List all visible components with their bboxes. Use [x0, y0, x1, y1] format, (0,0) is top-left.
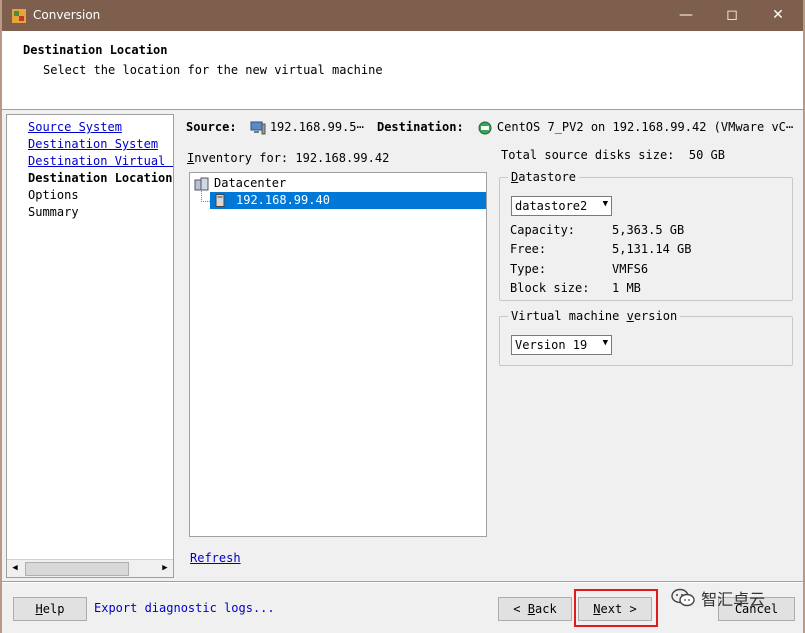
nav-item-destination-vm[interactable]: Destination Virtual Machine: [28, 154, 173, 168]
type-value: VMFS6: [612, 262, 649, 276]
total-disk-size-value: 50 GB: [688, 148, 725, 162]
computer-icon: [250, 121, 266, 134]
next-button-highlight: [574, 589, 658, 627]
dropdown-arrow-icon: ▼: [602, 199, 608, 209]
wechat-icon: [671, 588, 695, 607]
total-disk-size: Total source disks size: 50 GB: [501, 148, 725, 162]
source-destination-bar: Source: 192.168.99.5⋯ Destination: CentO…: [186, 120, 793, 135]
host-label: 192.168.99.40: [236, 193, 330, 207]
app-icon: [12, 9, 26, 23]
block-size-value: 1 MB: [612, 281, 641, 295]
free-value: 5,131.14 GB: [612, 242, 692, 256]
destination-label: Destination:: [376, 120, 464, 134]
nav-item-summary: Summary: [28, 205, 79, 219]
source-value: 192.168.99.5⋯: [269, 120, 364, 134]
watermark-text: 智汇卓云: [701, 590, 766, 609]
window-title: Conversion: [33, 8, 101, 22]
nav-item-destination-system[interactable]: Destination System: [28, 137, 158, 151]
back-button[interactable]: < Back: [498, 597, 572, 621]
close-icon[interactable]: ✕: [755, 0, 801, 31]
conversion-window: Conversion — ◻ ✕ Destination Location Se…: [2, 0, 803, 633]
main-panel: Source: 192.168.99.5⋯ Destination: CentO…: [178, 114, 803, 576]
tree-connector: [201, 201, 210, 202]
capacity-label: Capacity:: [510, 223, 576, 237]
destination-value: CentOS 7_PV2 on 192.168.99.42 (VMware vC…: [496, 120, 794, 134]
scroll-left-icon[interactable]: ◀: [7, 560, 23, 577]
datastore-group-label: Datastore: [508, 170, 580, 184]
wizard-nav: Source System Destination System Destina…: [6, 114, 174, 578]
nav-item-source-system[interactable]: Source System: [28, 120, 122, 134]
inventory-label: Inventory for: 192.168.99.42: [187, 151, 390, 165]
title-bar[interactable]: Conversion — ◻ ✕: [2, 0, 803, 31]
wizard-header: Destination Location Select the location…: [2, 31, 803, 110]
maximize-icon[interactable]: ◻: [709, 0, 755, 31]
free-label: Free:: [510, 242, 547, 256]
help-button[interactable]: Help: [13, 597, 87, 621]
export-diagnostic-logs-link[interactable]: Export diagnostic logs...: [94, 601, 275, 615]
minimize-icon[interactable]: —: [663, 0, 709, 31]
footer-separator: [2, 581, 803, 583]
nav-item-destination-location: Destination Location: [28, 171, 173, 185]
tree-node-host[interactable]: 192.168.99.40: [210, 192, 486, 209]
vm-version-group-label: Virtual machine version: [508, 309, 681, 323]
datacenter-icon: [194, 177, 209, 191]
scroll-thumb[interactable]: [25, 562, 129, 576]
vm-version-select[interactable]: Version 19 ▼: [511, 335, 612, 355]
datacenter-label: Datacenter: [214, 176, 287, 190]
block-size-label: Block size:: [510, 281, 590, 295]
vcenter-icon: [478, 121, 492, 134]
page-subtitle: Select the location for the new virtual …: [43, 63, 383, 77]
vm-version-group: Virtual machine version Version 19 ▼: [499, 309, 793, 366]
watermark: 智汇卓云: [670, 586, 786, 612]
dropdown-arrow-icon: ▼: [602, 338, 608, 348]
scroll-right-icon[interactable]: ▶: [157, 560, 173, 577]
datastore-select[interactable]: datastore2 ▼: [511, 196, 612, 216]
capacity-value: 5,363.5 GB: [612, 223, 685, 237]
datastore-group: Datastore datastore2 ▼ Capacity: 5,363.5…: [499, 170, 793, 301]
nav-item-options: Options: [28, 188, 79, 202]
type-label: Type:: [510, 262, 547, 276]
host-icon: [215, 194, 225, 207]
nav-horizontal-scrollbar[interactable]: ◀ ▶: [7, 559, 173, 577]
refresh-link[interactable]: Refresh: [190, 551, 241, 565]
inventory-tree[interactable]: Datacenter 192.168.99.40: [189, 172, 487, 537]
source-label: Source:: [186, 120, 237, 134]
page-title: Destination Location: [23, 43, 168, 57]
